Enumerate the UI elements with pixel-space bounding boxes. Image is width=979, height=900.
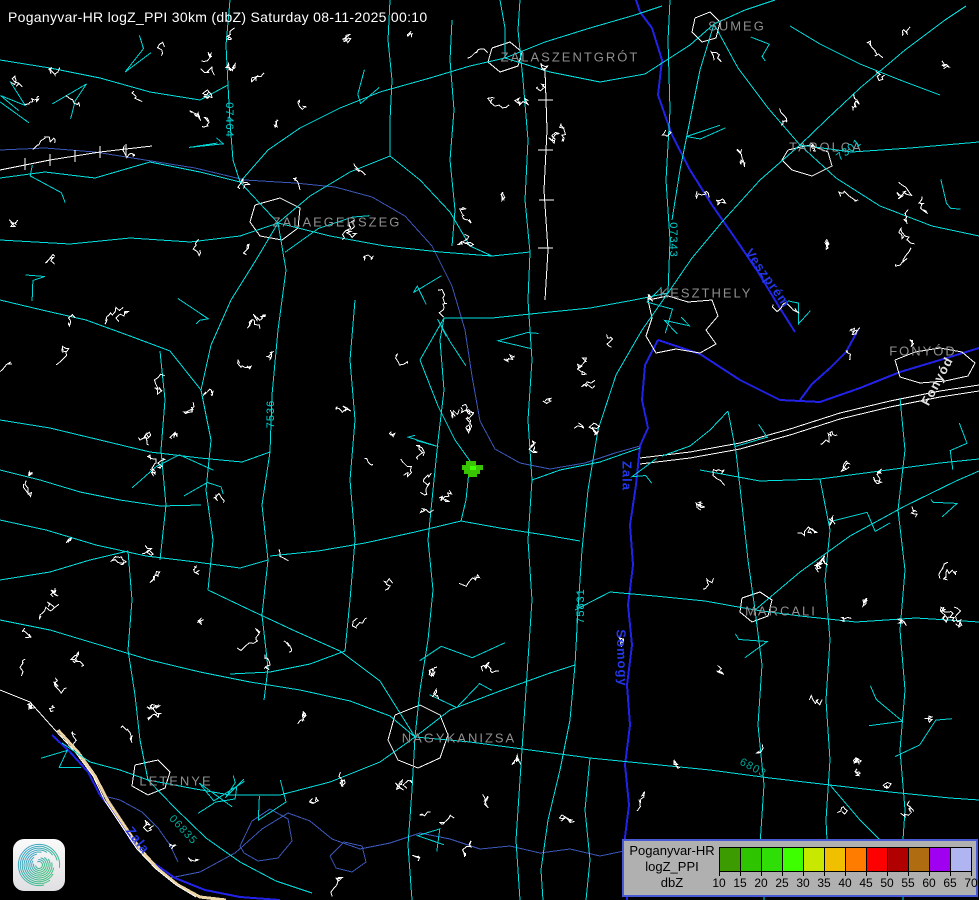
dbz-color-cell (867, 848, 888, 871)
region-label: Somogy (614, 629, 631, 687)
dbz-color-cell (909, 848, 930, 871)
city-label: KESZTHELY (660, 286, 753, 301)
spiral-arc (18, 844, 59, 885)
dbz-color-cell (930, 848, 951, 871)
spiral-arc (36, 861, 43, 868)
dbz-color-cell (783, 848, 804, 871)
dbz-tick-labels: 10152025303540455055606570 (624, 876, 976, 890)
city-label: NAGYKANIZSA (402, 731, 516, 746)
dbz-legend: Poganyvar-HR logZ_PPI dbZ 10152025303540… (622, 839, 978, 897)
road-number-label: 75831 (575, 588, 587, 624)
city-label: ZALAEGERSZEG (273, 215, 402, 230)
city-label: SÜMEG (708, 19, 766, 34)
spiral-icon (13, 839, 65, 891)
dbz-tick-value: 70 (959, 876, 979, 890)
road-number-label: 7536 (265, 400, 277, 428)
radar-title: Poganyvar-HR logZ_PPI 30km (dbZ) Saturda… (8, 9, 427, 25)
dbz-colorbar (719, 847, 972, 872)
dbz-color-cell (741, 848, 762, 871)
region-label: Veszprém (742, 246, 794, 311)
road-number-label: 6803 (738, 756, 769, 780)
legend-product-name: Poganyvar-HR (626, 843, 718, 859)
road-number-label: 06835 (166, 813, 199, 847)
region-label: Zala (620, 461, 635, 491)
dbz-color-cell (825, 848, 846, 871)
spiral-arc (24, 850, 54, 880)
city-label: ZALASZENTGRÓT (501, 50, 640, 65)
city-label: LETENYE (139, 774, 212, 789)
dbz-color-cell (720, 848, 741, 871)
city-label: MARCALI (745, 604, 817, 619)
dbz-color-cell (762, 848, 783, 871)
region-label: Zala (123, 824, 153, 857)
dbz-color-cell (804, 848, 825, 871)
region-label: Fonyód (918, 354, 956, 408)
dbz-color-cell (846, 848, 867, 871)
dbz-color-cell (951, 848, 971, 871)
road-number-label: 07343 (667, 222, 679, 258)
radar-screen: ZALASZENTGRÓTSÜMEGTAPOLCAZALAEGERSZEGKES… (0, 0, 979, 900)
hungaromet-spiral-logo (13, 839, 65, 891)
dbz-color-cell (888, 848, 909, 871)
map-labels-layer: ZALASZENTGRÓTSÜMEGTAPOLCAZALAEGERSZEGKES… (0, 0, 979, 900)
road-number-label: 07464 (223, 102, 235, 138)
